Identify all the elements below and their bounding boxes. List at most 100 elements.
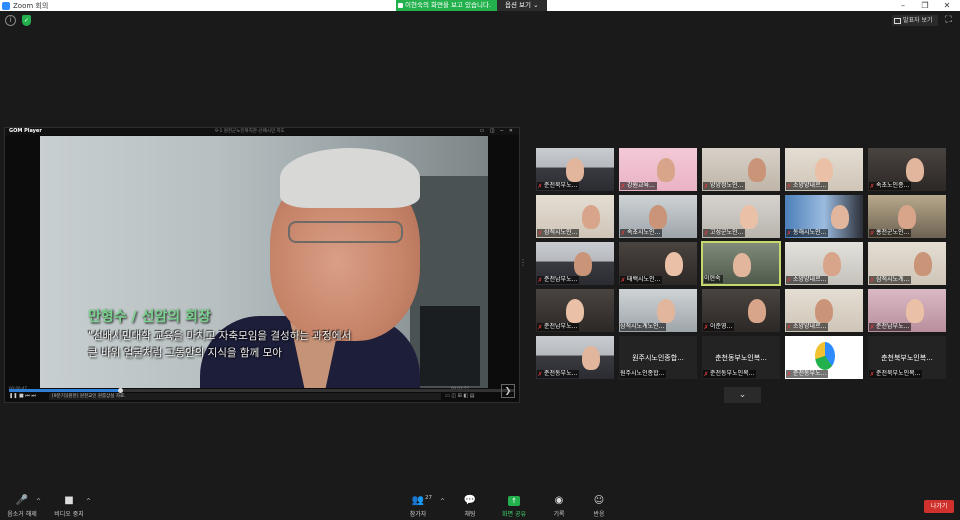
participant-tile[interactable]: 원주시노인종합... 원주시노인종합...	[618, 335, 698, 380]
participant-tile[interactable]: ✗ 춘천북부노...	[535, 147, 615, 192]
participant-name: 고성군노인...	[710, 229, 744, 236]
zoom-app-icon	[2, 1, 10, 10]
participant-name-label: ✗ 소양양내르...	[786, 182, 829, 190]
participant-count: 27	[425, 495, 432, 501]
participant-name-label: ✗ 태백시노인...	[620, 276, 663, 284]
chat-label: 채팅	[464, 511, 476, 518]
participant-tile[interactable]: ✗ 춘천남부노...	[867, 288, 947, 333]
participant-tile[interactable]: ✗ 홍천군노인...	[867, 194, 947, 239]
muted-mic-icon: ✗	[786, 229, 792, 237]
player-right-controls[interactable]: ▭ ◫ ⊞ ◧ ▤	[445, 393, 474, 399]
info-icon[interactable]: i	[5, 15, 16, 26]
participants-icon: 👥 27	[404, 494, 432, 507]
video-options-caret-icon[interactable]: ^	[86, 498, 91, 505]
participant-silhouette	[574, 252, 592, 276]
participant-tile[interactable]: ✗ 춘천동부노...	[784, 335, 864, 380]
muted-mic-icon: ✗	[537, 276, 543, 284]
participant-tile[interactable]: ✗ 양양정노인...	[701, 147, 781, 192]
participants-caret-icon[interactable]: ^	[440, 498, 445, 505]
participant-silhouette	[566, 158, 584, 182]
share-screen-button[interactable]: ↑ 화면 공유	[498, 494, 530, 518]
participant-tile[interactable]: ✗ 삼척시노계...	[867, 241, 947, 286]
participant-tile[interactable]: 춘천동부노인복... ✗ 춘천동부노인복...	[701, 335, 781, 380]
audio-options-caret-icon[interactable]: ^	[36, 498, 41, 505]
video-camera-icon: ■	[64, 495, 74, 506]
participant-name-label: ✗ 동해시노인...	[786, 229, 829, 237]
close-button[interactable]: ✕	[936, 0, 958, 11]
stop-video-button[interactable]: ■ 비디오 중지	[52, 494, 86, 518]
next-page-chevron-icon[interactable]: ⌄	[724, 387, 761, 403]
muted-mic-icon: ✗	[786, 276, 792, 284]
speaker-view-label: 발표자 보기	[903, 17, 933, 24]
minimize-button[interactable]: –	[892, 0, 914, 11]
participant-tile[interactable]: ✗ 춘천남부노...	[535, 288, 615, 333]
participant-tile[interactable]: ✗ 속초노인종...	[867, 147, 947, 192]
maximize-button[interactable]: ❐	[914, 0, 936, 11]
participant-tile[interactable]: ✗ 태백시노인...	[618, 241, 698, 286]
participant-tile[interactable]: ✗ 삼척시노인...	[535, 194, 615, 239]
participant-name-center: 춘천북부노인복...	[881, 354, 933, 362]
participant-silhouette	[914, 252, 932, 276]
seek-bar[interactable]	[9, 388, 514, 393]
participant-silhouette	[748, 158, 766, 182]
participant-tile[interactable]: ✗ 춘천동부노...	[535, 335, 615, 380]
participant-name-label: ✗ 춘천남부노...	[537, 276, 580, 284]
participant-name: 삼척시노계...	[876, 276, 910, 283]
chat-button[interactable]: 💬 채팅	[458, 494, 482, 518]
muted-mic-icon: ✗	[703, 229, 709, 237]
participant-tile[interactable]: ✗ 소양양내르...	[784, 288, 864, 333]
participant-tile[interactable]: ✗ 고성군노인...	[701, 194, 781, 239]
next-icon[interactable]: ❯	[501, 384, 515, 398]
participant-tile[interactable]: 삼척시노계노인...	[618, 288, 698, 333]
muted-mic-icon: ✗	[537, 323, 543, 331]
speaker-view-button[interactable]: 발표자 보기	[892, 15, 938, 26]
participant-silhouette	[582, 205, 600, 229]
participant-tile[interactable]: 춘천북부노인복... ✗ 춘천북부노인복...	[867, 335, 947, 380]
participant-tile[interactable]: ✗ 이춘영...	[701, 288, 781, 333]
participant-name: 강원교육...	[627, 182, 655, 189]
reactions-button[interactable]: ☺ 반응	[588, 494, 610, 518]
muted-mic-icon: ✗	[869, 370, 875, 378]
participant-tile[interactable]: ✗ 동해시노인...	[784, 194, 864, 239]
participant-name: 소양양내르...	[793, 276, 827, 283]
participant-name-label: ✗ 소양양내르...	[786, 276, 829, 284]
participant-tile[interactable]: ✗ 소양양내르...	[784, 147, 864, 192]
participant-name: 태백시노인...	[627, 276, 661, 283]
unmute-label: 음소거 해제	[7, 511, 37, 518]
muted-mic-icon: ✗	[620, 276, 626, 284]
muted-mic-icon: ✗	[703, 370, 709, 378]
view-options-button[interactable]: 옵션 보기 ⌄	[497, 0, 547, 11]
record-icon: ◉	[554, 495, 564, 506]
participant-silhouette	[815, 299, 833, 323]
unmute-button[interactable]: 🎤 음소거 해제	[6, 494, 38, 518]
video-monitor	[420, 306, 480, 386]
player-window-controls[interactable]: ▭ ◫ ─ ✕	[480, 128, 515, 134]
participant-name: 소양양내르...	[793, 182, 827, 189]
panel-splitter[interactable]: ⋮	[519, 258, 527, 267]
record-button[interactable]: ◉ 기록	[548, 494, 570, 518]
encryption-shield-icon[interactable]: ✓	[22, 15, 31, 26]
muted-mic-icon: ✗	[703, 323, 709, 331]
participant-tile[interactable]: ✗ 춘천남부노...	[535, 241, 615, 286]
fullscreen-icon[interactable]: ⛶	[943, 15, 954, 26]
participant-tile[interactable]: ✗ 강원교육...	[618, 147, 698, 192]
participant-name: 춘천북부노인복...	[876, 370, 921, 377]
participant-name-label: ✗ 소양양내르...	[786, 323, 829, 331]
participants-button[interactable]: 👥 27 참가자	[404, 494, 432, 518]
participant-tile[interactable]: ✗ 소양양내르...	[784, 241, 864, 286]
playback-controls[interactable]: ❚❚ ■ ⏮ ⏭	[9, 393, 36, 399]
participant-name: 홍천군노인...	[876, 229, 910, 236]
participant-tile[interactable]: ✗ 속초시노인...	[618, 194, 698, 239]
participant-name: 춘천남부노...	[876, 323, 910, 330]
muted-microphone-icon: 🎤	[15, 495, 29, 506]
participant-name-center: 춘천동부노인복...	[715, 354, 767, 362]
video-frame: 만형수 / 선암의 회장 "선배시민대학 교육을 마치고 자축모임을 결성하는 …	[40, 136, 488, 388]
record-label: 기록	[553, 511, 565, 518]
muted-mic-icon: ✗	[620, 182, 626, 190]
muted-mic-icon: ✗	[869, 182, 875, 190]
participant-name-label: ✗ 홍천군노인...	[869, 229, 912, 237]
participant-silhouette	[649, 205, 667, 229]
participant-tile[interactable]: 이현숙	[701, 241, 781, 286]
leave-meeting-button[interactable]: 나가기	[924, 500, 954, 513]
participant-silhouette	[898, 205, 916, 229]
